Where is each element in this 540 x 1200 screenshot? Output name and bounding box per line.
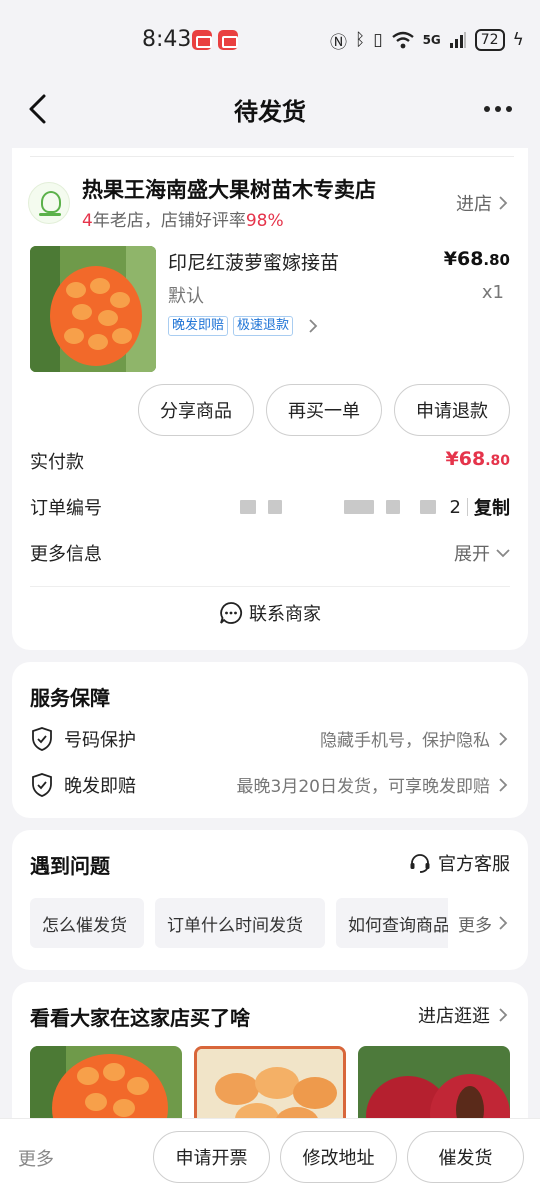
product-spec: 默认 [168,286,204,307]
notification-app-icon [192,30,212,50]
recommendations-title: 看看大家在这家店买了啥 [30,1006,250,1030]
problems-card: 遇到问题 官方客服 怎么催发货 订单什么时间发货 如何查询商品 更多 [12,830,528,970]
chevron-right-icon [499,916,508,930]
product-image[interactable] [30,246,156,372]
order-number-masked [239,500,436,514]
paid-amount-main: ¥68 [445,448,486,470]
bluetooth-icon: ᛒ [355,30,366,50]
request-refund-button[interactable]: 申请退款 [394,384,510,436]
chat-bubble-icon [220,602,243,624]
service-guarantee-card: 服务保障 号码保护 隐藏手机号，保护隐私 晚发即赔 最晚3月20日发货，可享晚发… [12,662,528,818]
shop-name[interactable]: 热果王海南盛大果树苗木专卖店 [82,174,376,204]
network-type: 5G [422,33,441,47]
copy-order-number-button[interactable]: 复制 [474,494,510,520]
service-label: 号码保护 [64,730,136,751]
browse-shop-link[interactable]: 进店逛逛 [418,1002,510,1028]
official-service-label: 官方客服 [438,854,510,875]
service-title: 服务保障 [30,686,110,710]
product-quantity: x1 [481,282,504,303]
official-customer-service-link[interactable]: 官方客服 [408,850,510,876]
contact-seller-button[interactable]: 联系商家 [12,600,528,626]
service-label: 晚发即赔 [64,776,136,797]
more-questions-label: 更多 [458,915,492,936]
shop-years-suffix: 年老店，店铺好评率 [92,211,246,231]
chevron-right-icon [499,196,508,210]
nfc-icon: Ⓝ [330,32,347,53]
expand-button[interactable]: 展开 [454,540,510,566]
status-bar: 8:43 Ⓝ ᛒ ▯ 5G 72 ϟ [0,0,540,80]
paid-row: 实付款 ¥68.80 [30,448,510,478]
paid-label: 实付款 [30,452,84,473]
notification-app-icon [218,30,238,50]
tag-late-compensation: 晚发即赔 [168,316,229,336]
paid-amount: ¥68.80 [446,448,510,470]
shop-logo[interactable] [28,182,70,224]
paid-amount-decimal: .80 [485,453,510,469]
urge-shipment-button[interactable]: 催发货 [407,1131,524,1183]
product-name[interactable]: 印尼红菠萝蜜嫁接苗 [168,248,339,275]
chevron-right-icon [499,731,508,746]
product-price-main: ¥68 [443,248,484,270]
expand-label: 展开 [454,544,490,565]
chevron-right-icon [309,319,318,333]
order-number-label: 订单编号 [30,498,102,519]
chevron-down-icon [496,549,510,558]
order-number-tail: 2 [449,496,461,518]
rebuy-button[interactable]: 再买一单 [266,384,382,436]
tag-fast-refund: 极速退款 [233,316,294,336]
service-desc: 隐藏手机号，保护隐私 [320,731,490,751]
service-item-late-compensation[interactable]: 晚发即赔 最晚3月20日发货，可享晚发即赔 [30,772,510,802]
more-info-label: 更多信息 [30,544,102,565]
modify-address-button[interactable]: 修改地址 [280,1131,397,1183]
contact-seller-label: 联系商家 [249,604,321,625]
status-icons: Ⓝ ᛒ ▯ 5G 72 ϟ [330,28,524,53]
chevron-right-icon [499,1008,508,1022]
browse-shop-label: 进店逛逛 [418,1006,490,1027]
enter-shop-label: 进店 [456,194,492,215]
shield-check-icon [32,727,52,751]
request-invoice-button[interactable]: 申请开票 [153,1131,270,1183]
battery-level: 72 [474,29,505,51]
vibrate-icon: ▯ [373,30,383,50]
more-options-icon[interactable] [478,94,518,124]
more-questions-link[interactable]: 更多 [448,898,510,948]
product-tags[interactable]: 晚发即赔 极速退款 [168,316,320,336]
status-time: 8:43 [142,27,192,52]
chevron-right-icon [499,777,508,792]
shop-rating: 98% [245,211,284,231]
more-actions-button[interactable]: 更多 [18,1145,54,1171]
question-chip[interactable]: 订单什么时间发货 [155,898,325,948]
question-chip[interactable]: 怎么催发货 [30,898,144,948]
shop-years: 4 [82,211,93,231]
divider [30,586,510,587]
shield-check-icon [32,773,52,797]
divider [30,156,514,157]
page-title: 待发货 [234,98,306,126]
order-number-row: 订单编号 2 复制 [30,494,510,524]
order-action-buttons: 分享商品 再买一单 申请退款 [138,384,510,436]
product-price: ¥68.80 [444,248,510,270]
charging-icon: ϟ [512,30,524,50]
share-product-button[interactable]: 分享商品 [138,384,254,436]
shop-summary: 4年老店，店铺好评率98% [82,206,284,231]
bottom-action-bar: 更多 申请开票 修改地址 催发货 [0,1118,540,1200]
service-desc: 最晚3月20日发货，可享晚发即赔 [236,777,490,797]
order-card: 热果王海南盛大果树苗木专卖店 4年老店，店铺好评率98% 进店 印尼红菠萝蜜嫁接… [12,148,528,650]
more-info-row: 更多信息 展开 [30,540,510,570]
headset-icon [410,854,430,873]
quick-questions: 怎么催发货 订单什么时间发货 如何查询商品 更多 [30,898,510,948]
wifi-icon [391,31,414,49]
product-price-decimal: .80 [483,251,510,269]
nav-header: 待发货 [0,80,540,140]
problems-title: 遇到问题 [30,854,110,878]
enter-shop-link[interactable]: 进店 [456,190,510,216]
signal-icon [449,32,466,48]
service-item-number-protection[interactable]: 号码保护 隐藏手机号，保护隐私 [30,726,510,756]
